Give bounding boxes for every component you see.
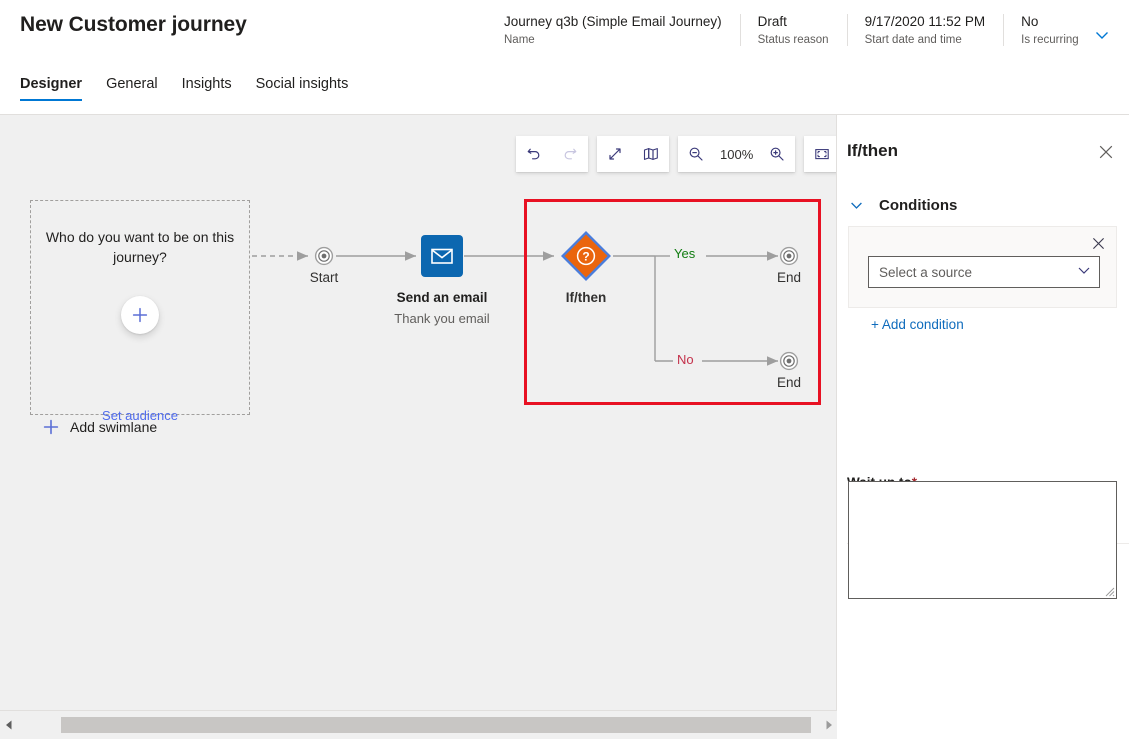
canvas-horizontal-scrollbar[interactable]	[0, 710, 837, 739]
zoom-out-button[interactable]	[678, 136, 714, 172]
chevron-down-icon	[849, 199, 863, 213]
scrollbar-thumb[interactable]	[61, 716, 811, 733]
conditions-section-header[interactable]: Conditions	[849, 197, 957, 214]
undo-button[interactable]	[516, 136, 552, 172]
redo-icon	[564, 148, 577, 160]
fit-to-screen-button[interactable]	[804, 136, 836, 172]
add-condition-link[interactable]: + Add condition	[871, 317, 964, 332]
add-swimlane-button[interactable]: Add swimlane	[42, 418, 157, 436]
condition-source-value: Select a source	[879, 264, 973, 280]
view-button-group	[597, 136, 669, 172]
canvas-toolbar: 100%	[516, 136, 836, 172]
audience-swimlane-box[interactable]: Who do you want to be on this journey? S…	[30, 200, 250, 423]
page-title: New Customer journey	[20, 13, 247, 36]
end-circle-icon	[779, 246, 799, 266]
meta-value: Journey q3b (Simple Email Journey)	[504, 14, 722, 29]
node-email-label: Send an email	[396, 290, 488, 305]
resize-handle-icon[interactable]	[1103, 585, 1115, 597]
meta-label: Name	[504, 34, 535, 46]
meta-label: Status reason	[757, 34, 829, 46]
svg-text:?: ?	[582, 249, 589, 263]
panel-title: If/then	[847, 141, 898, 160]
node-start-label: Start	[309, 270, 339, 285]
meta-item-is-recurring: No Is recurring	[1003, 13, 1097, 48]
close-icon[interactable]	[1095, 141, 1117, 163]
node-if-then[interactable]: ?	[559, 229, 613, 283]
record-meta-strip: Journey q3b (Simple Email Journey) Name …	[504, 13, 1097, 57]
set-audience-button[interactable]	[121, 296, 159, 334]
minimap-button[interactable]	[633, 136, 669, 172]
arrow-right-icon[interactable]	[820, 711, 837, 740]
node-if-then-label: If/then	[565, 290, 607, 305]
tab-general[interactable]: General	[106, 76, 158, 101]
fit-to-screen-icon	[815, 149, 829, 160]
close-icon[interactable]	[1088, 233, 1108, 253]
node-end-no[interactable]	[778, 350, 800, 372]
branch-label-yes: Yes	[674, 246, 696, 261]
zoom-in-button[interactable]	[759, 136, 795, 172]
expand-button[interactable]	[597, 136, 633, 172]
properties-panel: If/then Conditions Select a source + Add…	[837, 115, 1129, 740]
envelope-icon	[431, 248, 453, 264]
meta-value: No	[1021, 14, 1039, 29]
plus-icon	[132, 307, 148, 323]
audience-question-text: Who do you want to be on this journey?	[45, 229, 235, 265]
description-textarea[interactable]	[848, 481, 1117, 599]
condition-source-select[interactable]: Select a source	[868, 256, 1100, 288]
end-circle-icon	[779, 351, 799, 371]
history-button-group	[516, 136, 588, 172]
scrollbar-track[interactable]	[17, 711, 820, 740]
tab-bar: Designer General Insights Social insight…	[20, 76, 348, 101]
zoom-in-icon	[770, 147, 784, 161]
redo-button[interactable]	[552, 136, 588, 172]
meta-value: Draft	[757, 14, 787, 29]
zoom-button-group: 100%	[678, 136, 796, 172]
tab-insights[interactable]: Insights	[182, 76, 232, 101]
journey-designer-canvas[interactable]: 100% Who do you want to be on this journ…	[0, 115, 837, 710]
zoom-level-label: 100%	[720, 146, 754, 162]
meta-value: 9/17/2020 11:52 PM	[864, 14, 986, 29]
zoom-out-icon	[689, 147, 703, 161]
meta-item-status-reason: Draft Status reason	[739, 13, 847, 48]
arrow-left-icon[interactable]	[0, 711, 17, 740]
app-header: New Customer journey Journey q3b (Simple…	[0, 0, 1129, 115]
chevron-down-icon	[1077, 263, 1091, 282]
add-swimlane-label: Add swimlane	[70, 419, 158, 435]
condition-row: Select a source	[848, 226, 1117, 308]
start-circle-icon	[314, 246, 334, 266]
node-end-yes[interactable]	[778, 245, 800, 267]
minimap-icon	[643, 148, 658, 160]
plus-icon	[43, 419, 59, 435]
chevron-down-icon[interactable]	[1089, 22, 1115, 48]
meta-item-start-date: 9/17/2020 11:52 PM Start date and time	[846, 13, 1004, 48]
fit-button-group	[804, 136, 836, 172]
tab-designer[interactable]: Designer	[20, 76, 83, 101]
meta-label: Start date and time	[864, 34, 962, 46]
meta-item-name: Journey q3b (Simple Email Journey) Name	[504, 13, 740, 48]
node-send-an-email[interactable]	[421, 235, 463, 277]
question-diamond-icon: ?	[561, 231, 611, 281]
node-end-no-label: End	[776, 375, 802, 390]
tab-social-insights[interactable]: Social insights	[256, 76, 349, 101]
branch-label-no: No	[677, 352, 694, 367]
meta-label: Is recurring	[1021, 34, 1079, 46]
node-start[interactable]	[313, 245, 335, 267]
conditions-section-title: Conditions	[879, 197, 958, 214]
expand-diagonal-icon	[609, 148, 621, 160]
node-email-sublabel: Thank you email	[394, 311, 490, 326]
node-end-yes-label: End	[776, 270, 802, 285]
undo-icon	[527, 148, 540, 160]
